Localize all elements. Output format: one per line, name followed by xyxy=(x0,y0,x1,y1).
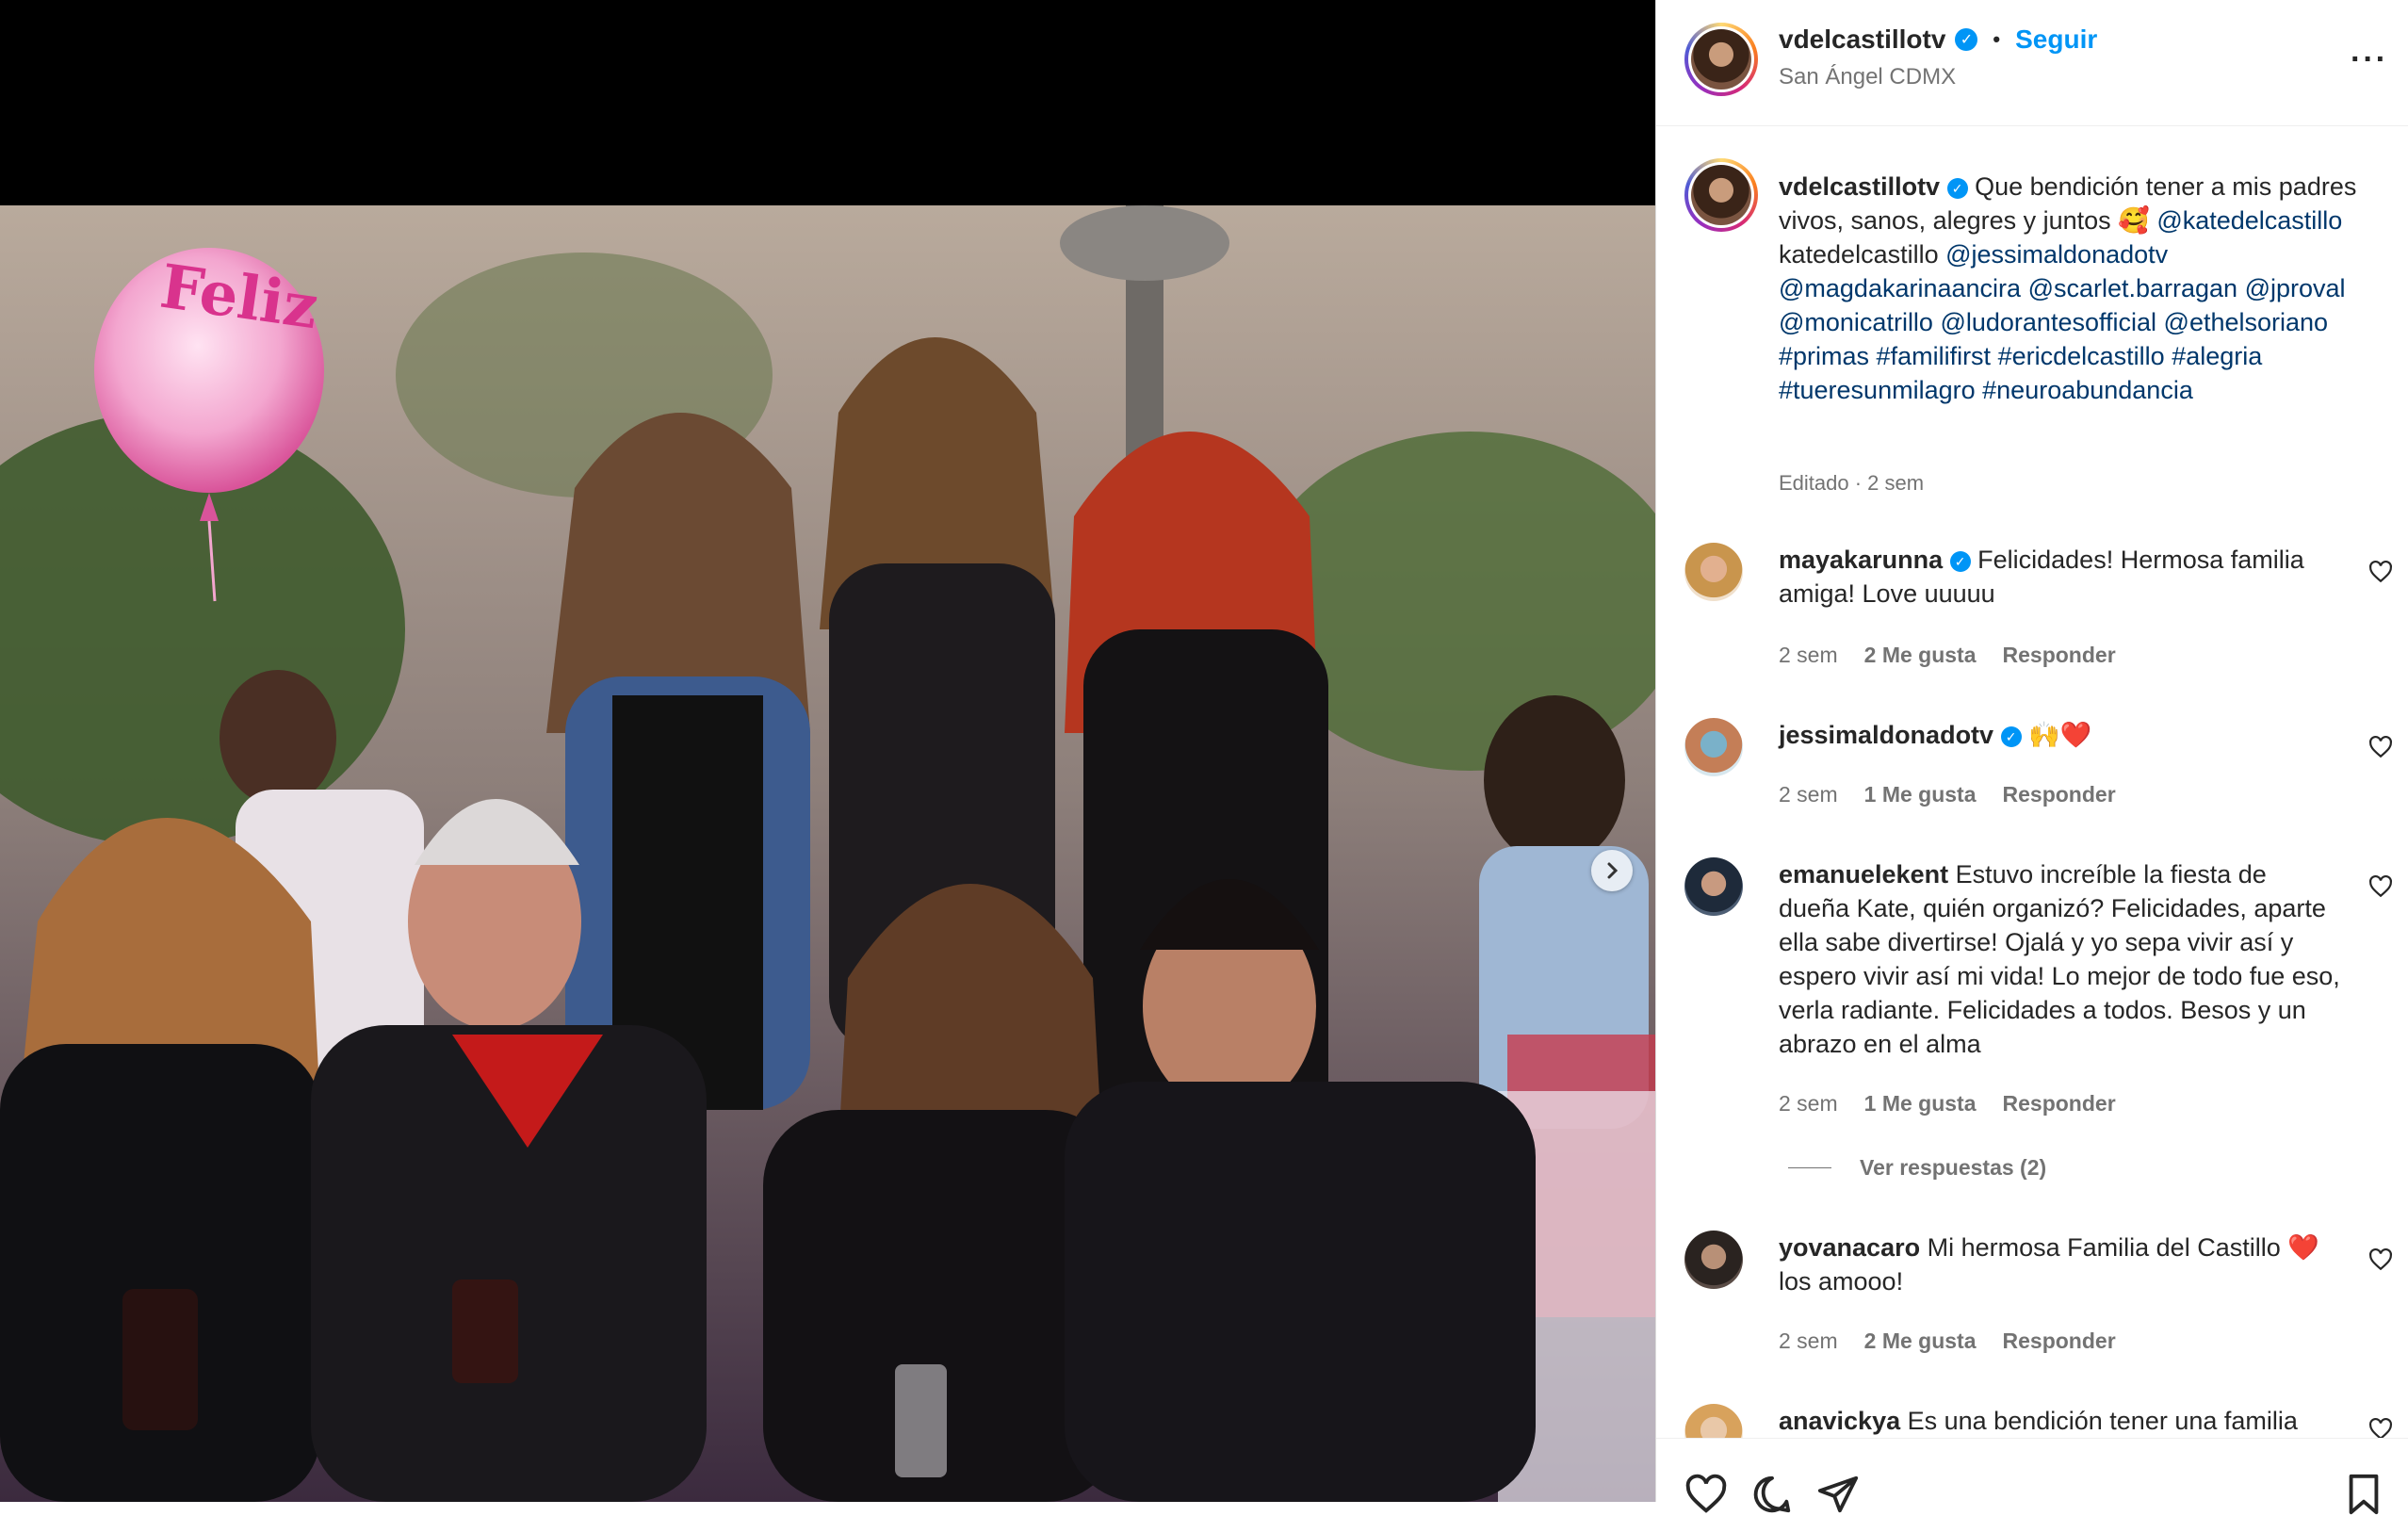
verified-badge-icon: ✓ xyxy=(2000,726,2022,747)
comment-body: Es una bendición tener una familia xyxy=(1907,1407,2298,1435)
heart-icon[interactable] xyxy=(1684,1473,1728,1516)
comment-body: Estuvo increíble la fiesta de dueña Kate… xyxy=(1779,860,2340,1058)
verified-badge-icon: ✓ xyxy=(1949,551,1971,572)
caption-tag[interactable]: @magdakarinaancira xyxy=(1779,274,2021,302)
comment-body: 🙌❤️ xyxy=(2028,721,2092,749)
chevron-right-icon xyxy=(1607,862,1619,879)
post-photo: Feliz xyxy=(0,205,1655,1502)
heart-icon[interactable] xyxy=(2368,874,2393,899)
comment-meta: 2 sem 2 Me gusta Responder xyxy=(1779,643,2116,668)
commenter-username[interactable]: emanuelekent xyxy=(1779,860,1948,888)
separator-dot: • xyxy=(1993,27,2001,51)
party-photo-illustration xyxy=(0,205,1655,1502)
caption-text-2: katedelcastillo xyxy=(1779,240,1939,269)
comment-likes[interactable]: 1 Me gusta xyxy=(1864,1091,1977,1117)
reply-button[interactable]: Responder xyxy=(2003,643,2116,668)
comment-time: 2 sem xyxy=(1779,782,1838,807)
heart-icon[interactable] xyxy=(2368,1247,2393,1272)
more-options-icon[interactable]: ··· xyxy=(2351,41,2388,78)
caption-tag[interactable]: @ludorantesofficial xyxy=(1940,308,2156,336)
post-actions-bar xyxy=(1656,1438,2408,1515)
next-media-button[interactable] xyxy=(1591,850,1633,891)
caption-tag[interactable]: @scarlet.barragan xyxy=(2028,274,2238,302)
comment-text: mayakarunna ✓ Felicidades! Hermosa famil… xyxy=(1779,543,2344,611)
caption-tag[interactable]: #alegria xyxy=(2172,342,2262,370)
comment-time: 2 sem xyxy=(1779,1329,1838,1353)
post-header: vdelcastillotv ✓ • Seguir San Ángel CDMX… xyxy=(1656,0,2408,126)
caption-tag[interactable]: @monicatrillo xyxy=(1779,308,1933,336)
comment-time: 2 sem xyxy=(1779,643,1838,667)
author-avatar[interactable] xyxy=(1684,23,1758,96)
verified-badge-icon: ✓ xyxy=(1946,178,1968,199)
caption-edited-time: Editado · 2 sem xyxy=(1779,471,1925,495)
commenter-username[interactable]: jessimaldonadotv xyxy=(1779,721,1993,749)
commenter-avatar[interactable] xyxy=(1684,1404,1743,1438)
comment-text: jessimaldonadotv ✓ 🙌❤️ xyxy=(1779,718,2344,752)
post-media[interactable]: Feliz xyxy=(0,0,1655,1502)
caption-tag[interactable]: #tueresunmilagro xyxy=(1779,376,1976,404)
comment-meta: 2 sem 2 Me gusta Responder xyxy=(1779,1329,2116,1354)
comment-meta: 2 sem 1 Me gusta Responder xyxy=(1779,782,2116,807)
comment-text: anavickya Es una bendición tener una fam… xyxy=(1779,1404,2344,1438)
author-line: vdelcastillotv ✓ • Seguir xyxy=(1779,24,2097,55)
commenter-username[interactable]: mayakarunna xyxy=(1779,546,1943,574)
comment-time: 2 sem xyxy=(1779,1091,1838,1116)
reply-button[interactable]: Responder xyxy=(2003,782,2116,807)
caption-tag[interactable]: #familifirst xyxy=(1877,342,1992,370)
commenter-username[interactable]: yovanacaro xyxy=(1779,1233,1920,1262)
caption-tag[interactable]: #neuroabundancia xyxy=(1982,376,2193,404)
heart-icon[interactable] xyxy=(2368,1417,2393,1438)
share-icon[interactable] xyxy=(1816,1473,1860,1516)
comment-likes[interactable]: 1 Me gusta xyxy=(1864,782,1977,807)
commenter-avatar[interactable] xyxy=(1684,543,1743,601)
post-side-panel: vdelcastillotv ✓ • Seguir San Ángel CDMX… xyxy=(1655,0,2408,1515)
reply-button[interactable]: Responder xyxy=(2003,1329,2116,1354)
caption-tag[interactable]: @jproval xyxy=(2245,274,2346,302)
reply-button[interactable]: Responder xyxy=(2003,1091,2116,1117)
post-caption: vdelcastillotv ✓ Que bendición tener a m… xyxy=(1779,170,2372,407)
author-username[interactable]: vdelcastillotv xyxy=(1779,24,1945,55)
commenter-avatar[interactable] xyxy=(1684,857,1743,916)
caption-mention[interactable]: @katedelcastillo xyxy=(2156,206,2342,235)
post-location[interactable]: San Ángel CDMX xyxy=(1779,64,1956,90)
caption-tag[interactable]: @jessimaldonadotv xyxy=(1945,240,2168,269)
view-replies-label: Ver respuestas (2) xyxy=(1860,1155,2047,1180)
follow-button[interactable]: Seguir xyxy=(2015,24,2097,55)
comment-likes[interactable]: 2 Me gusta xyxy=(1864,643,1977,668)
replies-divider xyxy=(1788,1167,1831,1168)
commenter-avatar[interactable] xyxy=(1684,718,1743,776)
comment-item: anavickya Es una bendición tener una fam… xyxy=(1656,1404,2408,1438)
heart-icon[interactable] xyxy=(2368,735,2393,759)
comment-text: emanuelekent Estuvo increíble la fiesta … xyxy=(1779,857,2344,1061)
comment-text: yovanacaro Mi hermosa Familia del Castil… xyxy=(1779,1231,2344,1298)
caption-tag[interactable]: #primas xyxy=(1779,342,1869,370)
comment-icon[interactable] xyxy=(1750,1473,1794,1516)
caption-tag[interactable]: #ericdelcastillo xyxy=(1998,342,2165,370)
bookmark-icon[interactable] xyxy=(2342,1473,2385,1516)
comment-likes[interactable]: 2 Me gusta xyxy=(1864,1329,1977,1354)
verified-badge-icon: ✓ xyxy=(1955,28,1978,51)
caption-author-avatar[interactable] xyxy=(1684,158,1758,232)
commenter-avatar[interactable] xyxy=(1684,1231,1743,1289)
caption-tag[interactable]: @ethelsoriano xyxy=(2164,308,2329,336)
caption-username[interactable]: vdelcastillotv xyxy=(1779,172,1940,201)
commenter-username[interactable]: anavickya xyxy=(1779,1407,1900,1435)
heart-icon[interactable] xyxy=(2368,560,2393,584)
view-replies-button[interactable]: Ver respuestas (2) xyxy=(1788,1155,2046,1181)
comment-meta: 2 sem 1 Me gusta Responder xyxy=(1779,1091,2116,1117)
